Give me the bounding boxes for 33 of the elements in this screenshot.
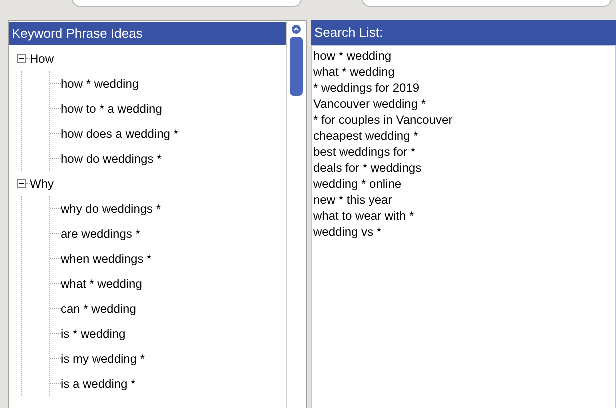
panel-header: Keyword Phrase Ideas <box>9 22 286 45</box>
scrollbar[interactable] <box>286 21 306 408</box>
tree-item[interactable]: why do weddings * <box>61 200 162 218</box>
tree-item[interactable]: are weddings * <box>61 224 140 242</box>
tree-item[interactable]: is * wedding <box>61 324 126 342</box>
tree-item[interactable]: is my wedding * <box>61 350 146 368</box>
collapse-icon[interactable] <box>17 54 26 63</box>
search-list-item: * for couples in Vancouver <box>314 112 453 128</box>
tree-item[interactable]: how do weddings * <box>61 150 162 168</box>
tree-item[interactable]: how to * a wedding <box>61 100 162 118</box>
collapse-icon[interactable] <box>17 179 26 188</box>
search-list-item: how * wedding <box>314 48 392 64</box>
tree-item[interactable]: how * wedding <box>61 74 140 92</box>
tree-group-label[interactable]: Why <box>30 174 54 192</box>
search-list-item: cheapest wedding * <box>314 128 418 144</box>
tree-group-label[interactable]: How <box>30 50 54 68</box>
scroll-up-icon[interactable] <box>292 25 300 34</box>
scroll-thumb[interactable] <box>290 37 302 96</box>
tree-item[interactable]: can * wedding <box>61 300 136 318</box>
search-list-item: wedding vs * <box>314 224 382 240</box>
tree-item[interactable]: what * wedding <box>61 274 142 292</box>
search-list-item: what * wedding <box>314 64 395 80</box>
tree-item[interactable]: how does a wedding * <box>61 124 178 142</box>
panel-header: Search List: <box>310 20 616 45</box>
search-list-item: what to wear with * <box>314 208 414 224</box>
tree-item[interactable]: when weddings * <box>61 250 152 268</box>
search-list-item: deals for * weddings <box>314 160 422 176</box>
search-list-item: wedding * online <box>314 176 402 192</box>
search-list-item: Vancouver wedding * <box>314 96 426 112</box>
search-list-item: * weddings for 2019 <box>314 80 420 96</box>
tree-item[interactable]: is a wedding * <box>61 374 136 392</box>
search-list-item: new * this year <box>314 192 392 208</box>
search-list-item: best weddings for * <box>314 144 416 160</box>
